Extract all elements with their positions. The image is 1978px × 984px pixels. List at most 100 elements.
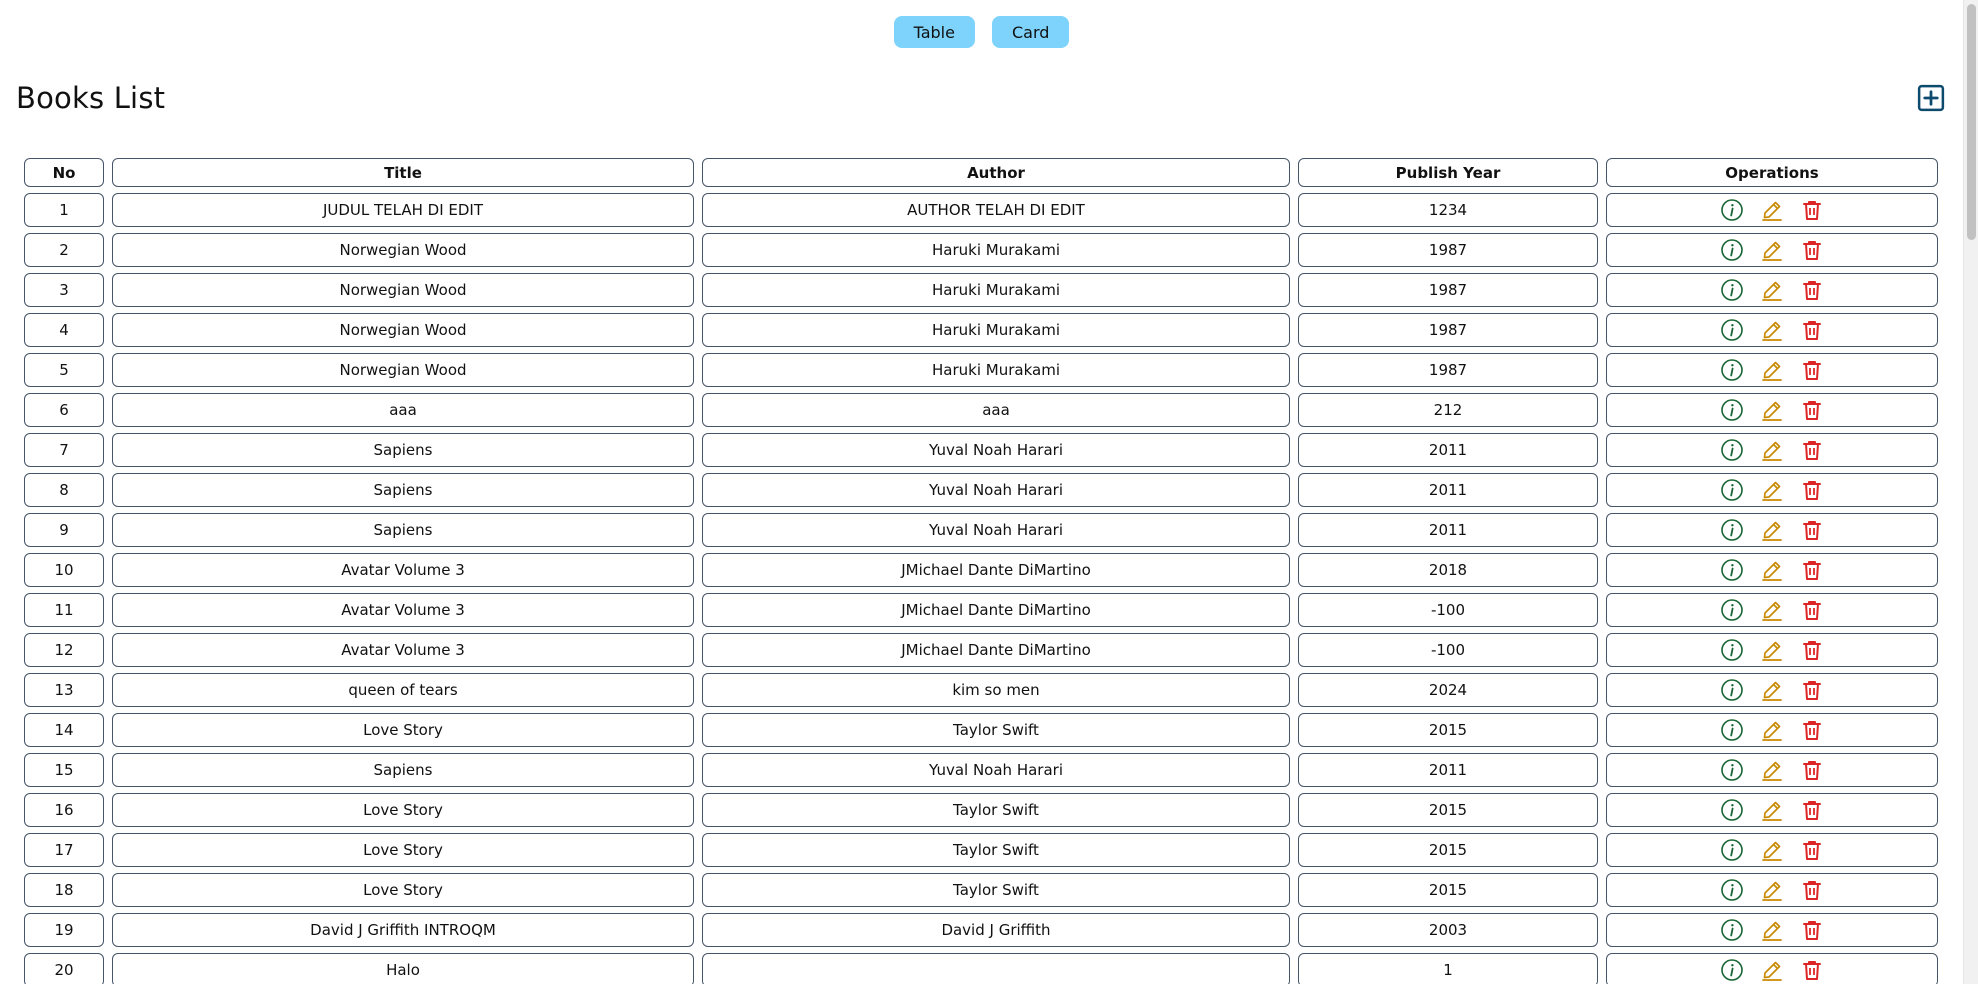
info-button[interactable] [1720,958,1744,982]
edit-button[interactable] [1760,238,1784,262]
delete-button[interactable] [1800,438,1824,462]
delete-button[interactable] [1800,918,1824,942]
cell-publish-year: 2024 [1298,673,1598,707]
edit-button[interactable] [1760,358,1784,382]
delete-button[interactable] [1800,238,1824,262]
edit-button[interactable] [1760,398,1784,422]
scrollbar-thumb[interactable] [1967,4,1976,240]
cell-author: Yuval Noah Harari [702,513,1290,547]
info-button[interactable] [1720,438,1744,462]
edit-button[interactable] [1760,278,1784,302]
edit-button[interactable] [1760,878,1784,902]
pencil-icon [1762,641,1782,661]
vertical-scrollbar[interactable] [1963,0,1978,984]
cell-publish-year: 1987 [1298,313,1598,347]
info-circle-icon [1721,239,1743,261]
edit-button[interactable] [1760,678,1784,702]
edit-button[interactable] [1760,758,1784,782]
header-title: Title [112,158,694,187]
edit-button[interactable] [1760,838,1784,862]
header-operations: Operations [1606,158,1938,187]
table-view-button[interactable]: Table [893,16,975,48]
delete-button[interactable] [1800,758,1824,782]
delete-button[interactable] [1800,838,1824,862]
edit-button[interactable] [1760,198,1784,222]
trash-icon [1803,761,1821,780]
delete-button[interactable] [1800,478,1824,502]
info-button[interactable] [1720,878,1744,902]
table-row: 4 Norwegian Wood Haruki Murakami 1987 [24,313,1938,347]
edit-button[interactable] [1760,918,1784,942]
cell-no: 9 [24,513,104,547]
trash-icon [1803,641,1821,660]
cell-author: Yuval Noah Harari [702,753,1290,787]
cell-author: AUTHOR TELAH DI EDIT [702,193,1290,227]
info-button[interactable] [1720,358,1744,382]
delete-button[interactable] [1800,878,1824,902]
info-button[interactable] [1720,278,1744,302]
pencil-icon [1762,361,1782,381]
delete-button[interactable] [1800,638,1824,662]
info-button[interactable] [1720,518,1744,542]
plus-square-icon [1917,84,1945,112]
info-button[interactable] [1720,758,1744,782]
pencil-icon [1762,841,1782,861]
cell-author: Taylor Swift [702,793,1290,827]
delete-button[interactable] [1800,278,1824,302]
cell-author: JMichael Dante DiMartino [702,593,1290,627]
table-row: 1 JUDUL TELAH DI EDIT AUTHOR TELAH DI EDIT… [24,193,1938,227]
add-book-button[interactable] [1916,83,1946,113]
info-button[interactable] [1720,918,1744,942]
info-button[interactable] [1720,678,1744,702]
cell-publish-year: 1234 [1298,193,1598,227]
info-button[interactable] [1720,318,1744,342]
delete-button[interactable] [1800,598,1824,622]
info-button[interactable] [1720,838,1744,862]
cell-publish-year: 2003 [1298,913,1598,947]
cell-publish-year: 2015 [1298,833,1598,867]
cell-author: Haruki Murakami [702,313,1290,347]
delete-button[interactable] [1800,718,1824,742]
cell-no: 7 [24,433,104,467]
trash-icon [1803,601,1821,620]
info-button[interactable] [1720,238,1744,262]
edit-button[interactable] [1760,318,1784,342]
delete-button[interactable] [1800,798,1824,822]
delete-button[interactable] [1800,398,1824,422]
delete-button[interactable] [1800,678,1824,702]
delete-button[interactable] [1800,958,1824,982]
delete-button[interactable] [1800,358,1824,382]
edit-button[interactable] [1760,518,1784,542]
info-button[interactable] [1720,798,1744,822]
edit-button[interactable] [1760,718,1784,742]
edit-button[interactable] [1760,598,1784,622]
trash-icon [1803,961,1821,980]
pencil-icon [1762,241,1782,261]
delete-button[interactable] [1800,518,1824,542]
info-circle-icon [1721,879,1743,901]
info-button[interactable] [1720,558,1744,582]
info-button[interactable] [1720,598,1744,622]
edit-button[interactable] [1760,638,1784,662]
info-button[interactable] [1720,478,1744,502]
edit-button[interactable] [1760,438,1784,462]
cell-operations [1606,593,1938,627]
edit-button[interactable] [1760,958,1784,982]
operations-group [1607,718,1937,742]
edit-button[interactable] [1760,558,1784,582]
card-view-button[interactable]: Card [991,16,1070,48]
cell-title: David J Griffith INTROQM [112,913,694,947]
trash-icon [1803,881,1821,900]
info-button[interactable] [1720,718,1744,742]
delete-button[interactable] [1800,558,1824,582]
info-button[interactable] [1720,198,1744,222]
info-button[interactable] [1720,638,1744,662]
edit-button[interactable] [1760,478,1784,502]
info-circle-icon [1721,759,1743,781]
info-button[interactable] [1720,398,1744,422]
delete-button[interactable] [1800,198,1824,222]
edit-button[interactable] [1760,798,1784,822]
pencil-icon [1762,561,1782,581]
cell-title: Avatar Volume 3 [112,553,694,587]
delete-button[interactable] [1800,318,1824,342]
